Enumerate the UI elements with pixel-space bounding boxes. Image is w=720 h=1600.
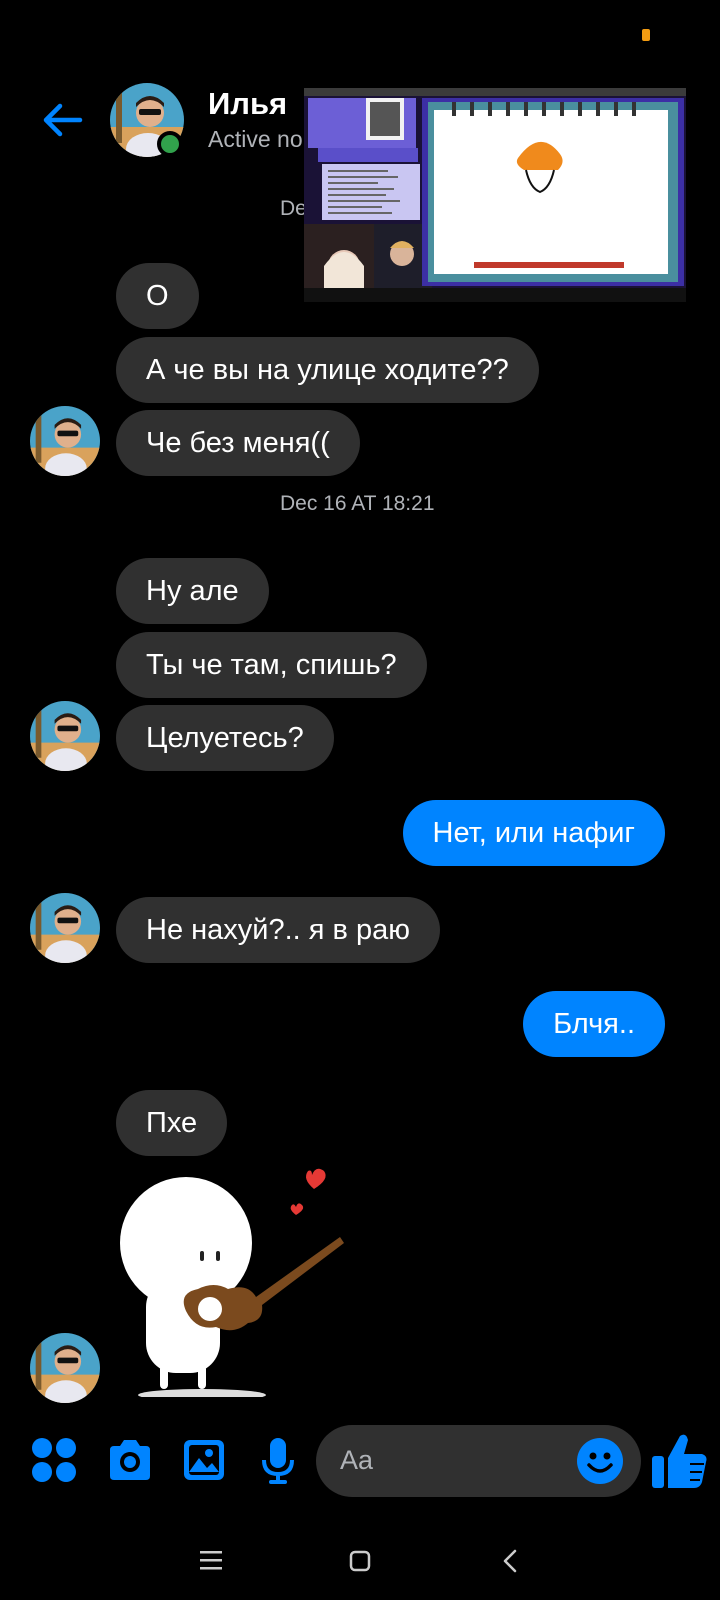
back-arrow-icon[interactable]	[40, 98, 84, 142]
sender-avatar[interactable]	[30, 701, 100, 771]
message-bubble-incoming[interactable]: Че без меня((	[116, 410, 360, 476]
apps-icon[interactable]	[30, 1436, 78, 1484]
message-bubble-incoming[interactable]: Ты че там, спишь?	[116, 632, 427, 698]
home-icon[interactable]	[349, 1550, 371, 1572]
message-bubble-incoming[interactable]: А че вы на улице ходите??	[116, 337, 539, 403]
battery-indicator	[642, 29, 650, 41]
message-bubble-incoming[interactable]: О	[116, 263, 199, 329]
sender-avatar[interactable]	[30, 1333, 100, 1403]
message-input[interactable]: Aa	[316, 1425, 641, 1497]
message-bubble-incoming[interactable]: Пхе	[116, 1090, 228, 1156]
sender-avatar[interactable]	[30, 406, 100, 476]
message-bubble-incoming[interactable]: Не нахуй?.. я в раю	[116, 897, 441, 963]
active-status: Active no	[208, 126, 303, 152]
system-back-icon[interactable]	[503, 1549, 517, 1573]
emoji-icon[interactable]	[576, 1437, 624, 1485]
gallery-icon[interactable]	[182, 1438, 226, 1482]
timestamp: De	[280, 197, 307, 220]
message-bubble-outgoing[interactable]: Нет, или нафиг	[402, 800, 665, 866]
like-icon[interactable]	[650, 1430, 710, 1490]
timestamp: Dec 16 AT 18:21	[280, 492, 435, 515]
camera-icon[interactable]	[106, 1438, 154, 1482]
pip-video-overlay[interactable]	[304, 88, 686, 302]
menu-icon[interactable]	[200, 1550, 222, 1570]
message-bubble-outgoing[interactable]: Блчя..	[523, 991, 665, 1057]
violin-character-sticker[interactable]	[116, 1165, 356, 1401]
contact-name[interactable]: Илья	[208, 86, 287, 122]
online-indicator	[157, 131, 183, 157]
mic-icon[interactable]	[260, 1436, 296, 1486]
message-input-placeholder: Aa	[340, 1445, 374, 1475]
message-bubble-incoming[interactable]: Целуетесь?	[116, 705, 334, 771]
message-bubble-incoming[interactable]: Ну але	[116, 558, 269, 624]
system-nav-bar	[0, 1520, 720, 1600]
sender-avatar[interactable]	[30, 893, 100, 963]
